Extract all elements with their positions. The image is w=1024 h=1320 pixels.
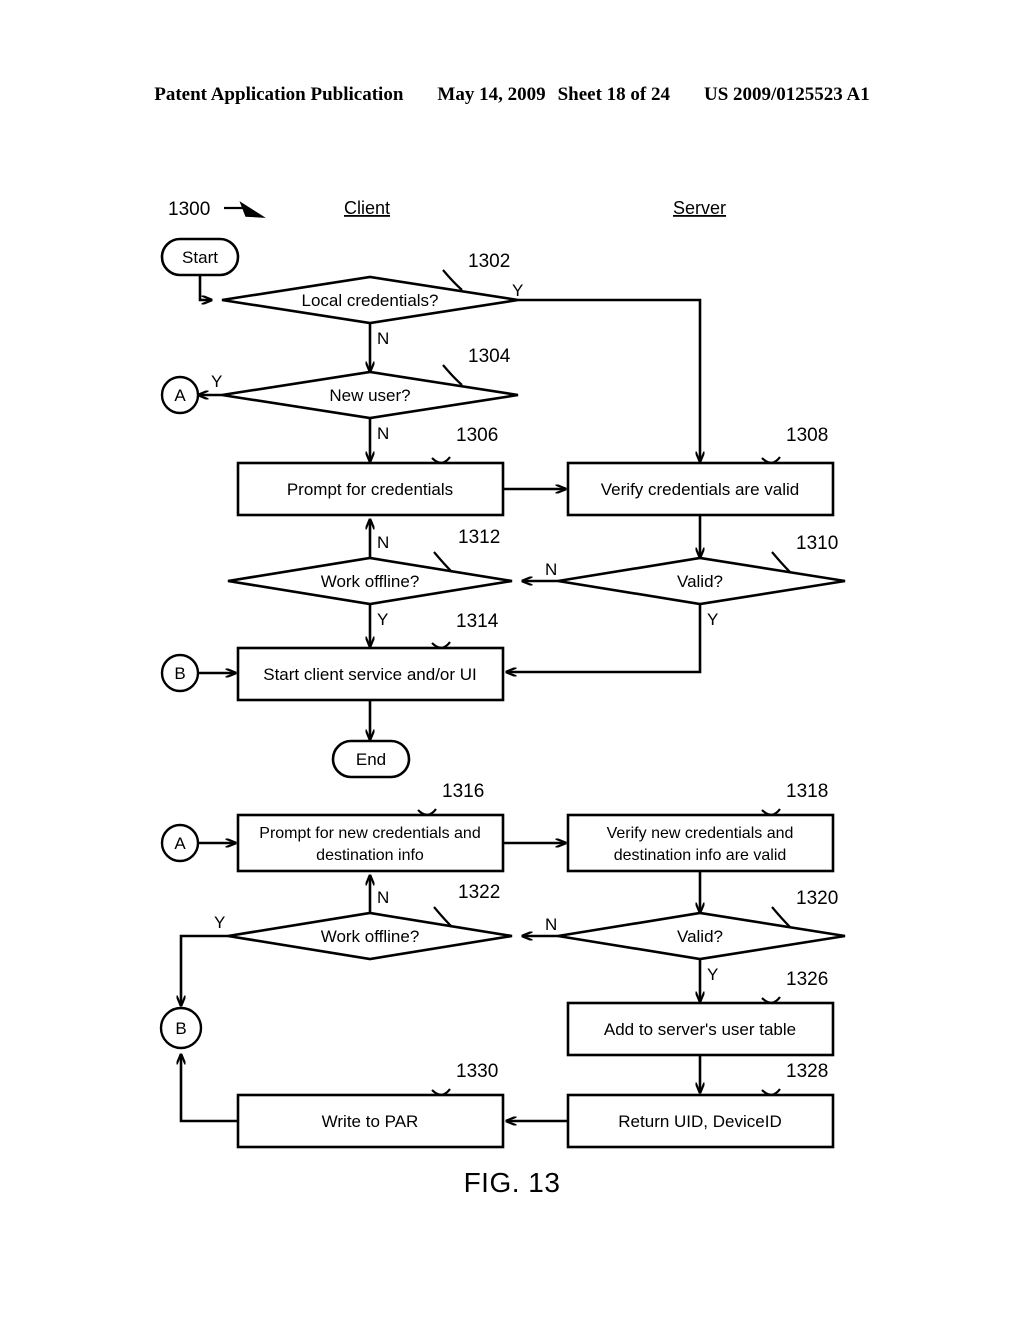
node-verify-new-credentials-label-line2: destination info are valid [614,847,787,864]
node-start-client-service-label: Start client service and/or UI [263,665,477,684]
node-local-credentials-label: Local credentials? [301,291,438,310]
edge-valid-1-yes-to-start-client-service [506,604,702,672]
patent-figure-page: Patent Application Publication May 14, 2… [0,0,1024,1320]
diagram-leader-arrowhead [239,201,266,218]
node-valid-1-label: Valid? [677,572,723,591]
branch-label-1302-no: N [377,329,389,348]
figure-caption: FIG. 13 [463,1167,561,1198]
branch-label-1322-yes: Y [214,913,225,932]
node-valid-2-label: Valid? [677,927,723,946]
edge-write-par-to-connector-b [181,1054,238,1123]
ref-number-1312: 1312 [458,527,500,548]
branch-label-1304-yes: Y [211,372,222,391]
node-verify-credentials-label: Verify credentials are valid [601,480,799,499]
branch-label-1322-no: N [377,888,389,907]
branch-label-1312-yes: Y [377,610,388,629]
branch-label-1304-no: N [377,424,389,443]
branch-label-1302-yes: Y [512,281,523,300]
ref-number-1320: 1320 [796,888,838,909]
ref-number-1308: 1308 [786,425,828,446]
edge-work-offline-2-yes-to-connector-b [181,934,228,1006]
node-connector-a-bottom-label: A [174,834,186,853]
node-work-offline-2-label: Work offline? [321,927,420,946]
node-new-user-label: New user? [329,386,410,405]
ref-number-1316: 1316 [442,781,484,802]
edge-start-to-local-credentials [198,275,212,300]
node-connector-b-top-label: B [174,664,185,683]
node-work-offline-1-label: Work offline? [321,572,420,591]
ref-number-1302: 1302 [468,251,510,272]
branch-label-1320-yes: Y [707,965,718,984]
ref-number-1330: 1330 [456,1061,498,1082]
node-end-label: End [356,750,386,769]
ref-leader-1304 [442,364,463,386]
ref-number-1304: 1304 [468,346,511,367]
node-prompt-credentials-label: Prompt for credentials [287,480,453,499]
node-connector-b-bottom-label: B [175,1019,186,1038]
ref-number-1326: 1326 [786,969,828,990]
ref-number-1310: 1310 [796,533,838,554]
node-write-par-label: Write to PAR [322,1112,419,1131]
node-prompt-new-credentials-label-line1: Prompt for new credentials and [259,825,480,842]
node-add-user-table-label: Add to server's user table [604,1020,796,1039]
diagram-ref-number: 1300 [168,199,210,220]
node-connector-a-top-label: A [174,386,186,405]
ref-number-1306: 1306 [456,425,498,446]
ref-number-1318: 1318 [786,781,828,802]
branch-label-1320-no: N [545,915,557,934]
ref-leader-1302 [442,269,463,291]
ref-number-1322: 1322 [458,882,500,903]
ref-number-1314: 1314 [456,611,499,632]
lane-header-server: Server [673,198,726,218]
branch-label-1312-no: N [377,533,389,552]
node-verify-new-credentials-label-line1: Verify new credentials and [607,825,794,842]
branch-label-1310-yes: Y [707,610,718,629]
node-start-label: Start [182,248,218,267]
ref-number-1328: 1328 [786,1061,828,1082]
node-return-uid-label: Return UID, DeviceID [618,1112,781,1131]
edge-local-credentials-yes-to-verify [518,298,700,462]
lane-header-client: Client [344,198,390,218]
branch-label-1310-no: N [545,560,557,579]
flowchart-figure: 1300 Client Server Start Local credentia… [159,198,846,1149]
node-prompt-new-credentials-label-line2: destination info [316,847,424,864]
